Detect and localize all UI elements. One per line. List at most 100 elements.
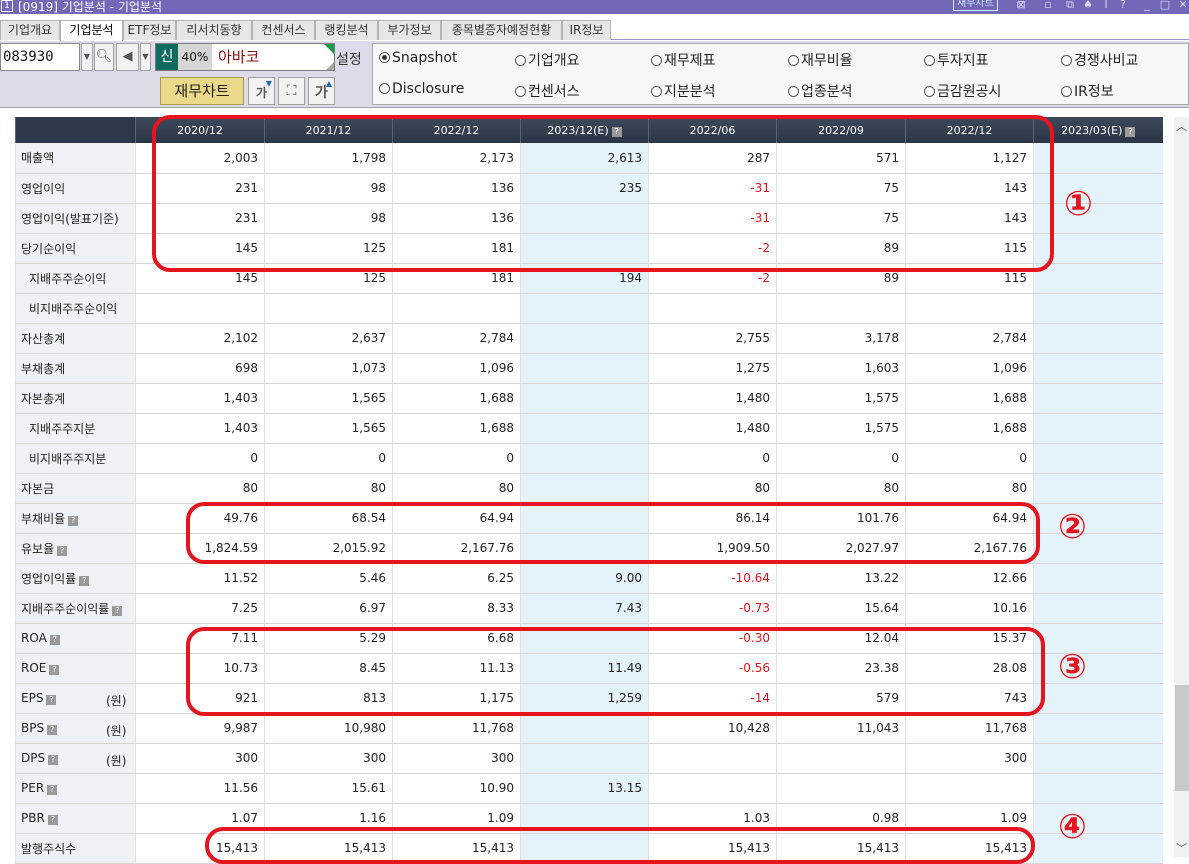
table-cell: 49.76 bbox=[135, 503, 265, 534]
table-cell: 145 bbox=[135, 233, 265, 264]
help-icon[interactable]: ? bbox=[57, 545, 68, 556]
row-label-text: 부채총계 bbox=[21, 361, 66, 376]
row-label-text: BPS bbox=[21, 721, 45, 735]
help-icon[interactable]: ? bbox=[112, 605, 123, 616]
table-cell: 10.90 bbox=[392, 773, 521, 804]
row-label: 영업이익(발표기준) bbox=[15, 203, 136, 234]
save-icon[interactable]: ▫ bbox=[1041, 0, 1055, 11]
row-label: 부채비율? bbox=[15, 503, 136, 534]
table-cell: 11.49 bbox=[520, 653, 649, 684]
window-title: [0919] 기업분석 - 기업분석 bbox=[18, 0, 162, 14]
radio-empty-icon bbox=[651, 86, 662, 97]
help-icon[interactable]: ? bbox=[47, 815, 58, 825]
radio-snapshot[interactable]: Snapshot bbox=[379, 50, 457, 66]
scroll-up-icon[interactable]: ︿ bbox=[1174, 119, 1189, 135]
table-cell: 15.64 bbox=[776, 593, 906, 624]
minimize-icon[interactable]: _ bbox=[1140, 0, 1154, 11]
financial-chart-title-button[interactable]: 재무차트 bbox=[953, 0, 998, 11]
row-label-text: DPS bbox=[21, 751, 46, 765]
font-decrease-button[interactable]: 가 ▼ bbox=[248, 77, 275, 105]
vertical-scrollbar[interactable]: ︿ ﹀ bbox=[1174, 117, 1189, 857]
radio-fss-disclosure[interactable]: 금감원공시 bbox=[924, 81, 1001, 101]
radio-equity-analysis[interactable]: 지분분석 bbox=[651, 81, 716, 101]
radio-competitor-comparison[interactable]: 경쟁사비교 bbox=[1061, 50, 1138, 70]
radio-disclosure[interactable]: Disclosure bbox=[379, 81, 464, 97]
settings-link[interactable]: 설정 bbox=[336, 49, 362, 69]
pin-icon[interactable]: ♠ bbox=[1081, 0, 1095, 11]
help-icon[interactable]: ? bbox=[47, 725, 58, 735]
column-header: 2022/09 bbox=[776, 117, 906, 143]
chart-icon[interactable]: ⊠ bbox=[1014, 0, 1028, 11]
table-cell bbox=[648, 773, 777, 804]
scrollbar-thumb[interactable] bbox=[1175, 685, 1189, 791]
table-cell bbox=[392, 293, 521, 324]
radio-industry-analysis[interactable]: 업종분석 bbox=[788, 81, 853, 101]
table-cell: 1,275 bbox=[648, 353, 777, 384]
table-cell bbox=[520, 203, 649, 234]
copy-icon[interactable]: ⧉ bbox=[1063, 0, 1077, 12]
help-icon[interactable]: ? bbox=[79, 575, 90, 586]
table-cell bbox=[1033, 353, 1163, 384]
row-label-text: 지배주주지분 bbox=[29, 421, 96, 436]
financial-chart-button[interactable]: 재무차트 bbox=[160, 77, 244, 105]
table-cell: 1,259 bbox=[520, 683, 649, 714]
help-icon[interactable]: ? bbox=[68, 515, 79, 526]
tab-research[interactable]: 리서치동향 bbox=[176, 20, 252, 40]
sound-dropdown-button[interactable]: ▼ bbox=[140, 43, 151, 71]
code-dropdown-button[interactable]: ▼ bbox=[81, 43, 93, 71]
search-button[interactable]: 🔍︎ bbox=[94, 43, 114, 71]
tab-etf-info[interactable]: ETF정보 bbox=[123, 20, 176, 40]
help-icon[interactable]: ? bbox=[47, 785, 58, 795]
tab-company-analysis[interactable]: 기업분석 bbox=[60, 20, 123, 41]
radio-empty-icon bbox=[924, 86, 935, 97]
info-icon[interactable]: I bbox=[1099, 0, 1113, 11]
maximize-icon[interactable]: □ bbox=[1158, 0, 1172, 11]
view-options-panel: Snapshot 기업개요 재무제표 재무비율 투자지표 경쟁사비교 Discl… bbox=[372, 43, 1189, 105]
help-icon[interactable]: ? bbox=[49, 635, 60, 645]
table-cell: 64.94 bbox=[392, 503, 521, 534]
help-icon[interactable]: ? bbox=[611, 126, 622, 137]
table-cell bbox=[1033, 593, 1163, 624]
stock-info-box[interactable]: 신 40% 아바코 bbox=[155, 43, 335, 71]
table-cell bbox=[1033, 413, 1163, 444]
table-row: 유보율? 1,824.59 2,015.92 2,167.76 1,909.50 2,02… bbox=[15, 533, 1163, 564]
radio-investment-indicators[interactable]: 투자지표 bbox=[924, 50, 989, 70]
scroll-down-icon[interactable]: ﹀ bbox=[1174, 841, 1189, 857]
table-cell: 9,987 bbox=[135, 713, 265, 744]
table-cell: 136 bbox=[392, 173, 521, 204]
table-cell bbox=[905, 773, 1034, 804]
row-label-text: 자산총계 bbox=[21, 331, 66, 346]
sound-button[interactable]: ◀ bbox=[116, 43, 139, 71]
table-row: 부채비율? 49.76 68.54 64.94 86.14 101.76 64.94 bbox=[15, 503, 1163, 534]
font-increase-button[interactable]: 가 ▲ bbox=[308, 77, 335, 105]
radio-financial-ratios[interactable]: 재무비율 bbox=[788, 50, 853, 70]
help-icon[interactable]: ? bbox=[48, 755, 59, 765]
tab-additional-info[interactable]: 부가정보 bbox=[378, 20, 441, 40]
help-icon[interactable]: ? bbox=[1125, 126, 1136, 137]
radio-financial-statements[interactable]: 재무제표 bbox=[651, 50, 716, 70]
fit-screen-button[interactable]: ⛶ bbox=[278, 77, 305, 105]
tab-ranking[interactable]: 랭킹분석 bbox=[315, 20, 378, 40]
help-icon[interactable]: ? bbox=[1116, 0, 1130, 11]
radio-consensus[interactable]: 컨센서스 bbox=[515, 81, 580, 101]
row-label-text: 영업이익 bbox=[21, 181, 66, 196]
tab-consensus[interactable]: 컨센서스 bbox=[252, 20, 315, 40]
table-cell: 2,173 bbox=[392, 143, 521, 174]
help-icon[interactable]: ? bbox=[49, 665, 60, 675]
table-cell: 1,688 bbox=[392, 413, 521, 444]
tab-capital-increase-schedule[interactable]: 종목별증자예정현황 bbox=[441, 20, 562, 40]
table-cell: 13.22 bbox=[776, 563, 906, 594]
table-cell: 1,480 bbox=[648, 383, 777, 414]
column-header-label: 2022/12 bbox=[946, 123, 993, 137]
tab-ir-info[interactable]: IR정보 bbox=[562, 20, 611, 40]
table-cell bbox=[1033, 683, 1163, 714]
radio-ir-info[interactable]: IR정보 bbox=[1061, 81, 1114, 101]
table-cell: 1,824.59 bbox=[135, 533, 265, 564]
radio-company-overview[interactable]: 기업개요 bbox=[515, 50, 580, 70]
tab-company-overview[interactable]: 기업개요 bbox=[0, 20, 60, 40]
table-cell: 98 bbox=[264, 173, 393, 204]
close-icon[interactable]: ✕ bbox=[1176, 0, 1189, 11]
stock-code-input[interactable]: 083930 bbox=[0, 43, 80, 71]
table-cell: 15,413 bbox=[905, 833, 1034, 864]
help-icon[interactable]: ? bbox=[46, 695, 57, 705]
